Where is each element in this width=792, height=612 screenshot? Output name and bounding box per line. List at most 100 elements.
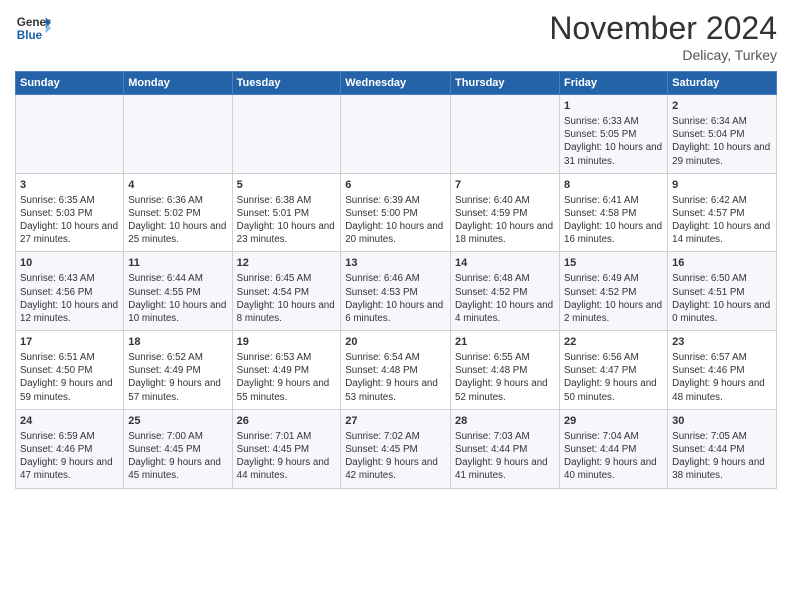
calendar-week-3: 10Sunrise: 6:43 AMSunset: 4:56 PMDayligh… — [16, 252, 777, 331]
calendar-cell: 17Sunrise: 6:51 AMSunset: 4:50 PMDayligh… — [16, 331, 124, 410]
calendar-cell: 27Sunrise: 7:02 AMSunset: 4:45 PMDayligh… — [341, 409, 451, 488]
calendar-cell: 22Sunrise: 6:56 AMSunset: 4:47 PMDayligh… — [560, 331, 668, 410]
calendar-cell: 7Sunrise: 6:40 AMSunset: 4:59 PMDaylight… — [451, 173, 560, 252]
calendar-cell — [341, 95, 451, 174]
day-number: 10 — [20, 256, 119, 271]
calendar-cell — [451, 95, 560, 174]
calendar-cell: 5Sunrise: 6:38 AMSunset: 5:01 PMDaylight… — [232, 173, 341, 252]
day-number: 26 — [237, 414, 337, 429]
day-info: Sunrise: 6:33 AMSunset: 5:05 PMDaylight:… — [564, 115, 663, 168]
calendar-cell: 21Sunrise: 6:55 AMSunset: 4:48 PMDayligh… — [451, 331, 560, 410]
calendar-cell — [232, 95, 341, 174]
day-number: 13 — [345, 256, 446, 271]
day-number: 2 — [672, 99, 772, 114]
day-info: Sunrise: 7:02 AMSunset: 4:45 PMDaylight:… — [345, 430, 446, 483]
day-info: Sunrise: 6:38 AMSunset: 5:01 PMDaylight:… — [237, 194, 337, 247]
calendar-table: SundayMondayTuesdayWednesdayThursdayFrid… — [15, 71, 777, 489]
calendar-cell: 13Sunrise: 6:46 AMSunset: 4:53 PMDayligh… — [341, 252, 451, 331]
logo-icon: General Blue — [15, 10, 51, 46]
day-number: 11 — [128, 256, 227, 271]
calendar-cell: 19Sunrise: 6:53 AMSunset: 4:49 PMDayligh… — [232, 331, 341, 410]
calendar-cell: 26Sunrise: 7:01 AMSunset: 4:45 PMDayligh… — [232, 409, 341, 488]
calendar-cell: 6Sunrise: 6:39 AMSunset: 5:00 PMDaylight… — [341, 173, 451, 252]
day-info: Sunrise: 6:41 AMSunset: 4:58 PMDaylight:… — [564, 194, 663, 247]
calendar-cell: 11Sunrise: 6:44 AMSunset: 4:55 PMDayligh… — [124, 252, 232, 331]
calendar-cell: 30Sunrise: 7:05 AMSunset: 4:44 PMDayligh… — [668, 409, 777, 488]
page: General Blue November 2024 Delicay, Turk… — [0, 0, 792, 504]
calendar-cell: 29Sunrise: 7:04 AMSunset: 4:44 PMDayligh… — [560, 409, 668, 488]
weekday-monday: Monday — [124, 72, 232, 95]
calendar-week-4: 17Sunrise: 6:51 AMSunset: 4:50 PMDayligh… — [16, 331, 777, 410]
day-info: Sunrise: 7:03 AMSunset: 4:44 PMDaylight:… — [455, 430, 555, 483]
day-info: Sunrise: 6:44 AMSunset: 4:55 PMDaylight:… — [128, 272, 227, 325]
calendar-week-1: 1Sunrise: 6:33 AMSunset: 5:05 PMDaylight… — [16, 95, 777, 174]
day-info: Sunrise: 6:50 AMSunset: 4:51 PMDaylight:… — [672, 272, 772, 325]
calendar-cell: 12Sunrise: 6:45 AMSunset: 4:54 PMDayligh… — [232, 252, 341, 331]
day-number: 5 — [237, 178, 337, 193]
weekday-saturday: Saturday — [668, 72, 777, 95]
calendar-cell: 24Sunrise: 6:59 AMSunset: 4:46 PMDayligh… — [16, 409, 124, 488]
weekday-sunday: Sunday — [16, 72, 124, 95]
day-info: Sunrise: 6:42 AMSunset: 4:57 PMDaylight:… — [672, 194, 772, 247]
day-info: Sunrise: 6:46 AMSunset: 4:53 PMDaylight:… — [345, 272, 446, 325]
calendar-cell: 4Sunrise: 6:36 AMSunset: 5:02 PMDaylight… — [124, 173, 232, 252]
day-info: Sunrise: 6:52 AMSunset: 4:49 PMDaylight:… — [128, 351, 227, 404]
day-number: 18 — [128, 335, 227, 350]
calendar-cell: 14Sunrise: 6:48 AMSunset: 4:52 PMDayligh… — [451, 252, 560, 331]
day-number: 22 — [564, 335, 663, 350]
day-number: 25 — [128, 414, 227, 429]
day-number: 20 — [345, 335, 446, 350]
logo: General Blue — [15, 10, 51, 46]
day-info: Sunrise: 6:56 AMSunset: 4:47 PMDaylight:… — [564, 351, 663, 404]
day-info: Sunrise: 6:53 AMSunset: 4:49 PMDaylight:… — [237, 351, 337, 404]
day-number: 29 — [564, 414, 663, 429]
weekday-tuesday: Tuesday — [232, 72, 341, 95]
day-number: 23 — [672, 335, 772, 350]
day-number: 16 — [672, 256, 772, 271]
day-number: 14 — [455, 256, 555, 271]
month-title: November 2024 — [549, 10, 777, 47]
calendar-cell: 23Sunrise: 6:57 AMSunset: 4:46 PMDayligh… — [668, 331, 777, 410]
day-info: Sunrise: 6:34 AMSunset: 5:04 PMDaylight:… — [672, 115, 772, 168]
day-number: 24 — [20, 414, 119, 429]
day-info: Sunrise: 6:57 AMSunset: 4:46 PMDaylight:… — [672, 351, 772, 404]
calendar-cell: 16Sunrise: 6:50 AMSunset: 4:51 PMDayligh… — [668, 252, 777, 331]
day-number: 8 — [564, 178, 663, 193]
day-info: Sunrise: 6:51 AMSunset: 4:50 PMDaylight:… — [20, 351, 119, 404]
calendar-cell: 2Sunrise: 6:34 AMSunset: 5:04 PMDaylight… — [668, 95, 777, 174]
calendar-cell: 1Sunrise: 6:33 AMSunset: 5:05 PMDaylight… — [560, 95, 668, 174]
weekday-friday: Friday — [560, 72, 668, 95]
calendar-cell — [124, 95, 232, 174]
day-info: Sunrise: 6:45 AMSunset: 4:54 PMDaylight:… — [237, 272, 337, 325]
day-number: 30 — [672, 414, 772, 429]
day-number: 17 — [20, 335, 119, 350]
day-number: 12 — [237, 256, 337, 271]
day-number: 15 — [564, 256, 663, 271]
calendar-cell: 28Sunrise: 7:03 AMSunset: 4:44 PMDayligh… — [451, 409, 560, 488]
day-info: Sunrise: 7:05 AMSunset: 4:44 PMDaylight:… — [672, 430, 772, 483]
day-number: 9 — [672, 178, 772, 193]
day-info: Sunrise: 7:00 AMSunset: 4:45 PMDaylight:… — [128, 430, 227, 483]
day-info: Sunrise: 6:36 AMSunset: 5:02 PMDaylight:… — [128, 194, 227, 247]
calendar-week-2: 3Sunrise: 6:35 AMSunset: 5:03 PMDaylight… — [16, 173, 777, 252]
calendar-cell: 8Sunrise: 6:41 AMSunset: 4:58 PMDaylight… — [560, 173, 668, 252]
calendar-week-5: 24Sunrise: 6:59 AMSunset: 4:46 PMDayligh… — [16, 409, 777, 488]
day-info: Sunrise: 7:04 AMSunset: 4:44 PMDaylight:… — [564, 430, 663, 483]
day-info: Sunrise: 6:55 AMSunset: 4:48 PMDaylight:… — [455, 351, 555, 404]
day-number: 7 — [455, 178, 555, 193]
day-info: Sunrise: 6:39 AMSunset: 5:00 PMDaylight:… — [345, 194, 446, 247]
day-info: Sunrise: 6:48 AMSunset: 4:52 PMDaylight:… — [455, 272, 555, 325]
calendar-cell: 9Sunrise: 6:42 AMSunset: 4:57 PMDaylight… — [668, 173, 777, 252]
day-info: Sunrise: 6:43 AMSunset: 4:56 PMDaylight:… — [20, 272, 119, 325]
calendar-cell: 20Sunrise: 6:54 AMSunset: 4:48 PMDayligh… — [341, 331, 451, 410]
title-block: November 2024 Delicay, Turkey — [549, 10, 777, 63]
day-info: Sunrise: 6:54 AMSunset: 4:48 PMDaylight:… — [345, 351, 446, 404]
calendar-cell — [16, 95, 124, 174]
day-number: 19 — [237, 335, 337, 350]
day-info: Sunrise: 6:35 AMSunset: 5:03 PMDaylight:… — [20, 194, 119, 247]
day-number: 4 — [128, 178, 227, 193]
header: General Blue November 2024 Delicay, Turk… — [15, 10, 777, 63]
weekday-thursday: Thursday — [451, 72, 560, 95]
day-number: 21 — [455, 335, 555, 350]
day-info: Sunrise: 7:01 AMSunset: 4:45 PMDaylight:… — [237, 430, 337, 483]
